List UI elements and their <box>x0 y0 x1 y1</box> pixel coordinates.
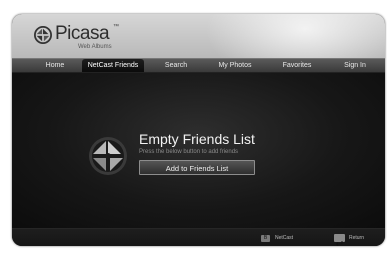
footer-hint-bar: B NetCast Return <box>12 228 385 246</box>
logo-wordmark: Picasa <box>55 23 110 44</box>
tab-netcast-friends[interactable]: NetCast Friends <box>82 59 144 72</box>
empty-list-subtitle: Press the below button to add friends <box>139 149 239 155</box>
tab-search[interactable]: Search <box>156 59 196 72</box>
return-icon <box>334 234 345 246</box>
nav-bar: Home NetCast Friends Search My Photos Fa… <box>12 58 385 73</box>
add-to-friends-list-button[interactable]: Add to Friends List <box>139 160 255 175</box>
tab-my-photos[interactable]: My Photos <box>211 59 259 72</box>
picasa-logo-icon <box>34 26 52 44</box>
logo-subtitle: Web Albums <box>78 44 112 50</box>
logo-trademark: ™ <box>113 24 119 30</box>
main-content: Empty Friends List Press the below butto… <box>12 73 385 228</box>
tab-home[interactable]: Home <box>36 59 74 72</box>
return-hint-label[interactable]: Return <box>349 235 364 242</box>
tv-screen-frame: Picasa ™ Web Albums Home NetCast Friends… <box>12 14 385 246</box>
netcast-hint-label[interactable]: NetCast <box>275 235 293 242</box>
tab-sign-in[interactable]: Sign In <box>336 59 374 72</box>
empty-list-title: Empty Friends List <box>139 131 255 147</box>
picasa-logo-icon <box>89 137 127 175</box>
header: Picasa ™ Web Albums <box>12 14 385 84</box>
netcast-key-badge: B <box>261 235 270 242</box>
tab-favorites[interactable]: Favorites <box>274 59 320 72</box>
